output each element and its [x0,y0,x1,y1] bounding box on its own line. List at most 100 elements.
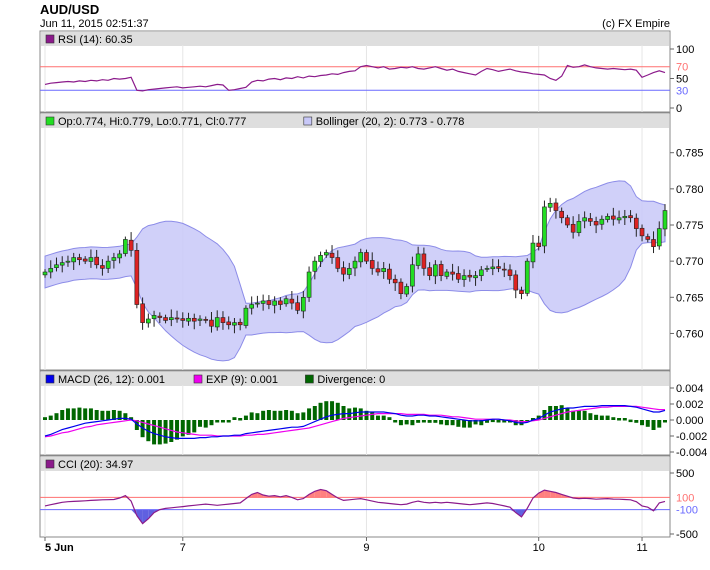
divergence-bar [295,413,300,420]
divergence-bar [238,418,243,421]
candle-body [123,239,128,254]
divergence-bar [94,410,99,420]
divergence-bar [335,402,340,420]
divergence-bar [261,410,266,420]
candle-body [611,215,616,220]
candle-body [478,269,484,276]
candle-body [209,319,214,327]
candle-body [421,253,427,269]
divergence-bar [444,420,449,426]
cci-legend-label: CCI (20): 34.97 [58,459,133,471]
divergence-bar [611,417,616,420]
candle-body [507,269,513,276]
candle-body [237,321,243,326]
candle-body [220,317,226,323]
divergence-bar [410,420,415,426]
candle-body [191,317,197,322]
candle-body [381,268,387,272]
divergence-bar [571,410,576,420]
time-tick-label: 10 [533,542,545,554]
candle-body [352,260,358,269]
macd-legend-label: EXP (9): 0.001 [206,374,278,386]
candle-body [387,268,392,280]
candle-body [278,300,283,305]
candle-body [111,257,117,261]
candle-body [301,297,306,312]
candle-body [553,202,559,211]
candle-body [358,252,364,263]
candle-body [570,223,576,233]
divergence-bar [43,417,47,420]
divergence-bar [496,420,501,423]
candle-body [456,273,461,280]
rsi-legend-swatch [45,34,55,44]
candle-body [243,307,249,326]
rsi-level-label: 30 [676,85,688,97]
cci-level-label: 100 [676,492,694,504]
candle-body [427,267,432,276]
divergence-bar [209,420,214,426]
divergence-bar [645,420,650,427]
price-tick-label: 0.760 [676,328,704,340]
candle-body [94,256,99,266]
candle-body [501,268,507,271]
rsi-tick-label: 50 [676,74,688,86]
divergence-bar [330,401,335,420]
candle-body [232,322,237,326]
candle-body [197,318,203,321]
macd-tick-label: -0.004 [676,447,707,459]
divergence-bar [605,415,610,420]
divergence-bar [312,406,317,420]
candle-body [174,317,180,320]
divergence-bar [387,417,392,420]
candle-body [295,302,300,311]
divergence-bar [88,408,93,420]
candle-body [146,318,151,324]
divergence-bar [289,410,294,420]
divergence-bar [462,420,467,428]
candle-body [272,300,277,306]
divergence-bar [60,410,65,420]
divergence-bar [565,408,570,420]
divergence-bar [266,410,271,420]
divergence-bar [634,420,639,423]
divergence-bar [439,420,444,425]
candle-body [524,260,530,294]
divergence-bar [370,412,375,420]
candle-body [128,239,134,251]
divergence-bar [553,406,558,420]
divergence-bar [594,414,599,420]
candle-body [398,281,404,294]
candle-body [186,317,191,322]
candle-body [151,315,157,319]
candle-body [157,315,163,318]
rsi-panel-header [41,32,669,46]
candle-body [312,260,318,272]
divergence-bar [375,415,380,420]
candle-body [364,252,369,262]
divergence-bar [456,420,461,427]
divergence-bar [215,420,220,423]
divergence-bar [651,420,656,430]
candle-body [415,253,421,266]
candle-body [593,221,599,226]
divergence-bar [226,420,231,423]
candle-body [168,317,174,321]
price-tick-label: 0.770 [676,256,704,268]
candle-body [547,203,553,208]
candle-body [266,300,272,305]
divergence-bar [100,410,105,420]
divergence-bar [301,412,306,420]
candle-body [289,298,295,304]
macd-legend-label: Divergence: 0 [317,374,385,386]
cci-panel-header [41,457,669,471]
candle-body [163,317,168,321]
rsi-tick-label: 0 [676,103,682,115]
candle-body [42,271,48,276]
macd-legend-label: MACD (26, 12): 0.001 [58,374,165,386]
candle-body [214,317,220,328]
price-legend-swatch [45,116,55,126]
divergence-bar [249,412,254,420]
macd-legend-swatch [305,374,314,384]
divergence-bar [198,420,202,427]
